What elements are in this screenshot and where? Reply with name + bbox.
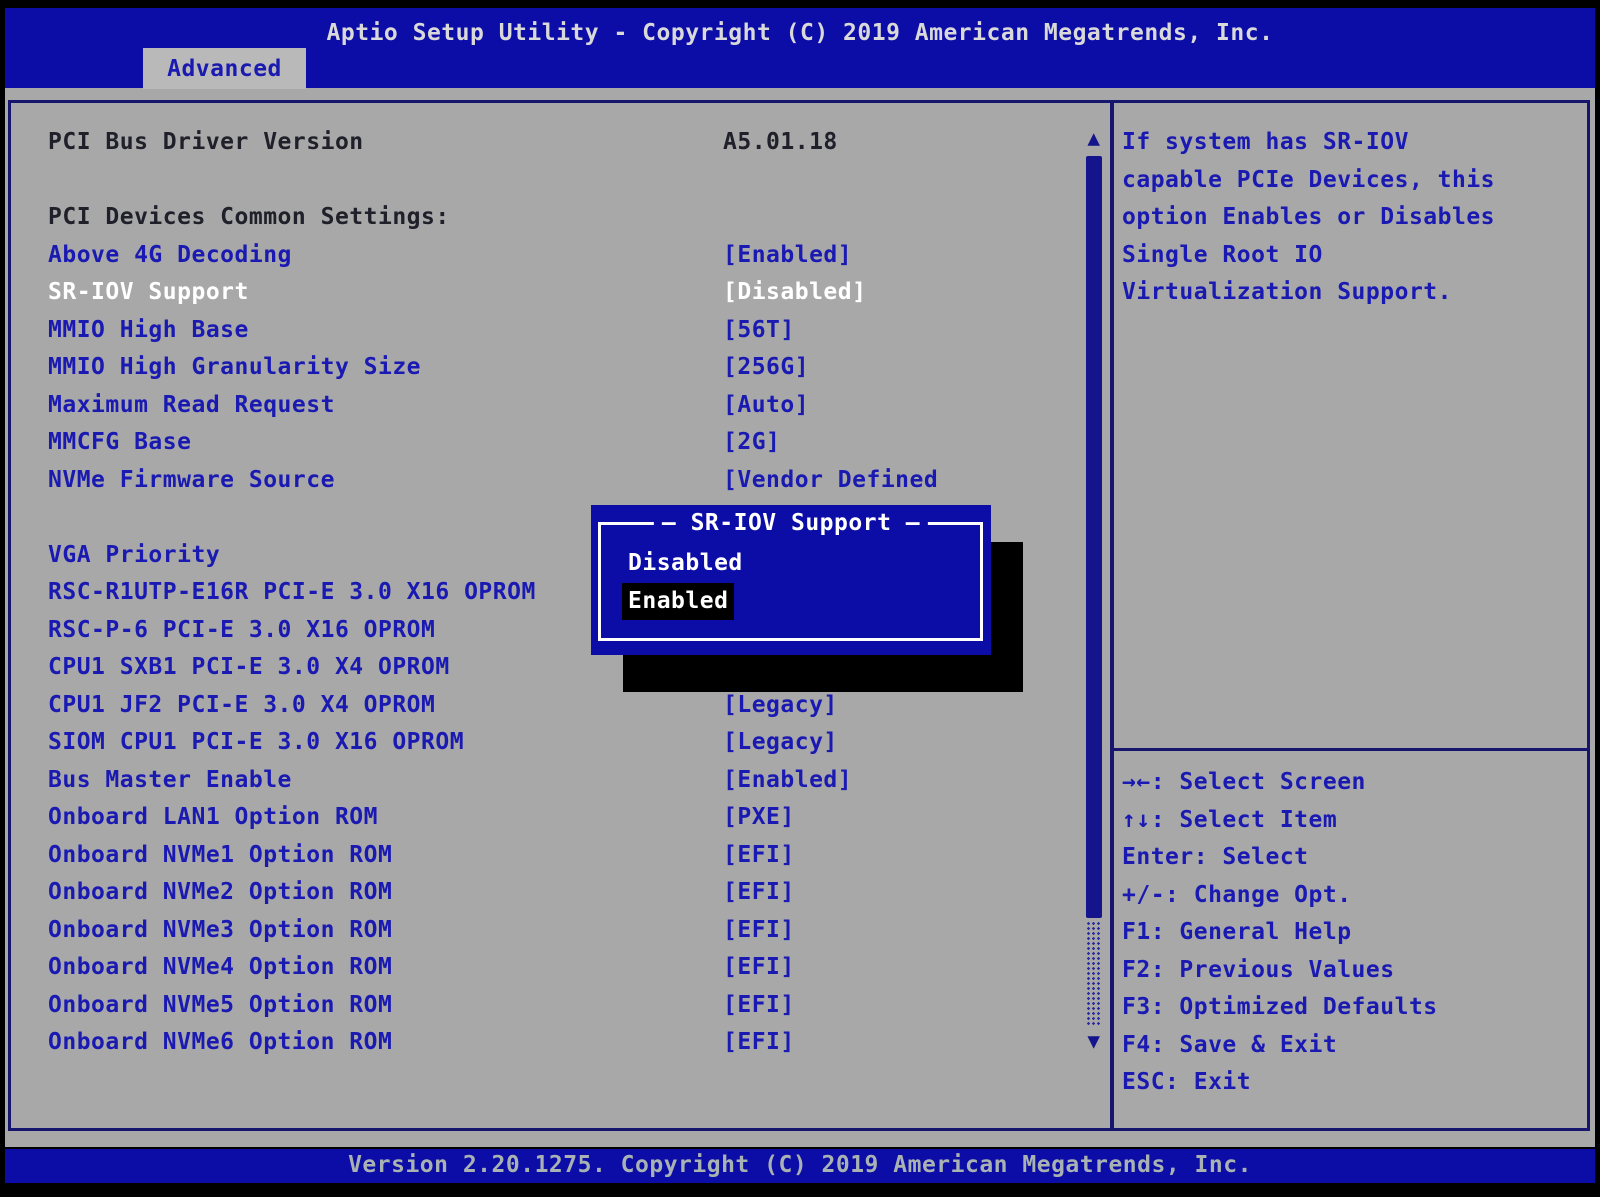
menu-item-label: Onboard NVMe4 Option ROM <box>48 954 392 980</box>
menu-item-label: CPU1 SXB1 PCI-E 3.0 X4 OPROM <box>48 654 450 680</box>
menu-item-label: Onboard NVMe2 Option ROM <box>48 879 392 905</box>
menu-row[interactable]: Onboard NVMe3 Option ROM [EFI] <box>48 912 1088 950</box>
menu-item-value: [Disabled] <box>723 274 866 312</box>
scrollbar-thumb[interactable] <box>1086 156 1102 918</box>
popup-option[interactable]: Enabled <box>622 583 734 621</box>
tab-advanced[interactable]: Advanced <box>143 48 306 89</box>
menu-row[interactable]: Onboard NVMe6 Option ROM [EFI] <box>48 1024 1088 1062</box>
sr-iov-popup: SR-IOV Support DisabledEnabled <box>591 505 991 655</box>
legend-row: +/-: Change Opt. <box>1122 877 1588 915</box>
menu-item-value: [Vendor Defined <box>723 462 938 500</box>
menu-row[interactable]: Onboard NVMe1 Option ROM [EFI] <box>48 837 1088 875</box>
legend-row: F2: Previous Values <box>1122 952 1588 990</box>
menu-item-value: [256G] <box>723 349 809 387</box>
footer-version-text: Version 2.20.1275. Copyright (C) 2019 Am… <box>348 1152 1252 1178</box>
menu-item-value: [PXE] <box>723 799 795 837</box>
menu-row[interactable]: MMCFG Base [2G] <box>48 424 1088 462</box>
menu-item-label: RSC-R1UTP-E16R PCI-E 3.0 X16 OPROM <box>48 579 536 605</box>
legend-row: ↑↓: Select Item <box>1122 802 1588 840</box>
popup-options: DisabledEnabled <box>622 545 749 620</box>
menu-row[interactable]: Onboard NVMe4 Option ROM [EFI] <box>48 949 1088 987</box>
menu-row: PCI Devices Common Settings: <box>48 199 1088 237</box>
menu-item-value: [Auto] <box>723 387 809 425</box>
menu-row[interactable]: Maximum Read Request [Auto] <box>48 387 1088 425</box>
menu-row[interactable]: Bus Master Enable [Enabled] <box>48 762 1088 800</box>
menu-item-label: Onboard NVMe3 Option ROM <box>48 917 392 943</box>
menu-item-label: Above 4G Decoding <box>48 242 292 268</box>
menu-row[interactable]: Onboard LAN1 Option ROM [PXE] <box>48 799 1088 837</box>
menu-item-value: [EFI] <box>723 874 795 912</box>
menu-item-label: MMIO High Base <box>48 317 249 343</box>
menu-item-label: Onboard NVMe1 Option ROM <box>48 842 392 868</box>
menu-item-value: [EFI] <box>723 949 795 987</box>
menu-item-value: [Enabled] <box>723 237 852 275</box>
menu-item-label: NVMe Firmware Source <box>48 467 335 493</box>
scrollbar-up-icon[interactable]: ▲ <box>1083 127 1105 149</box>
popup-title: SR-IOV Support <box>654 510 928 536</box>
panel-divider <box>1110 103 1114 1128</box>
menu-item-value: [Legacy] <box>723 687 838 725</box>
menu-item-label: VGA Priority <box>48 542 220 568</box>
menu-row[interactable]: NVMe Firmware Source [Vendor Defined <box>48 462 1088 500</box>
menu-item-value: [2G] <box>723 424 780 462</box>
menu-item-label: Onboard NVMe5 Option ROM <box>48 992 392 1018</box>
menu-item-value: [EFI] <box>723 1024 795 1062</box>
menu-row[interactable]: MMIO High Granularity Size [256G] <box>48 349 1088 387</box>
scrollbar-track[interactable] <box>1086 921 1102 1027</box>
menu-item-label: RSC-P-6 PCI-E 3.0 X16 OPROM <box>48 617 435 643</box>
menu-item-label: Maximum Read Request <box>48 392 335 418</box>
menu-item-label: MMCFG Base <box>48 429 191 455</box>
menu-item-value: [EFI] <box>723 837 795 875</box>
legend-row: ESC: Exit <box>1122 1064 1588 1102</box>
menu-item-label: MMIO High Granularity Size <box>48 354 421 380</box>
popup-option[interactable]: Disabled <box>622 545 749 583</box>
legend-divider <box>1114 748 1587 751</box>
legend-row: Enter: Select <box>1122 839 1588 877</box>
menu-row[interactable]: SR-IOV Support [Disabled] <box>48 274 1088 312</box>
menu-item-label: Onboard NVMe6 Option ROM <box>48 1029 392 1055</box>
menu-item-label: PCI Bus Driver Version <box>48 129 364 155</box>
menu-row <box>48 162 1088 200</box>
menu-item-label: CPU1 JF2 PCI-E 3.0 X4 OPROM <box>48 692 435 718</box>
menu-item-label: PCI Devices Common Settings: <box>48 204 450 230</box>
scrollbar-down-icon[interactable]: ▼ <box>1083 1030 1105 1052</box>
legend-row: F4: Save & Exit <box>1122 1027 1588 1065</box>
menu-item-label: Onboard LAN1 Option ROM <box>48 804 378 830</box>
menu-item-value: [Legacy] <box>723 724 838 762</box>
menu-row[interactable]: SIOM CPU1 PCI-E 3.0 X16 OPROM [Legacy] <box>48 724 1088 762</box>
menu-row[interactable]: Above 4G Decoding [Enabled] <box>48 237 1088 275</box>
key-legend: →←: Select Screen↑↓: Select ItemEnter: S… <box>1122 764 1588 1102</box>
menu-row[interactable]: CPU1 JF2 PCI-E 3.0 X4 OPROM [Legacy] <box>48 687 1088 725</box>
menu-row[interactable]: Onboard NVMe5 Option ROM [EFI] <box>48 987 1088 1025</box>
menu-item-value: A5.01.18 <box>723 124 838 162</box>
app-title: Aptio Setup Utility - Copyright (C) 2019… <box>5 8 1595 46</box>
menu-item-value: [56T] <box>723 312 795 350</box>
menu-item-value: [EFI] <box>723 912 795 950</box>
menu-item-value: [Enabled] <box>723 762 852 800</box>
legend-row: F1: General Help <box>1122 914 1588 952</box>
menu-item-label: SIOM CPU1 PCI-E 3.0 X16 OPROM <box>48 729 464 755</box>
menu-item-label: Bus Master Enable <box>48 767 292 793</box>
menu-item-value: [EFI] <box>723 987 795 1025</box>
menu-row: PCI Bus Driver Version A5.01.18 <box>48 124 1088 162</box>
footer-version-bar: Version 2.20.1275. Copyright (C) 2019 Am… <box>5 1149 1595 1183</box>
menu-row[interactable]: Onboard NVMe2 Option ROM [EFI] <box>48 874 1088 912</box>
legend-row: F3: Optimized Defaults <box>1122 989 1588 1027</box>
help-text: If system has SR-IOV capable PCIe Device… <box>1122 124 1588 312</box>
menu-item-label: SR-IOV Support <box>48 279 249 305</box>
legend-row: →←: Select Screen <box>1122 764 1588 802</box>
menu-row[interactable]: MMIO High Base [56T] <box>48 312 1088 350</box>
